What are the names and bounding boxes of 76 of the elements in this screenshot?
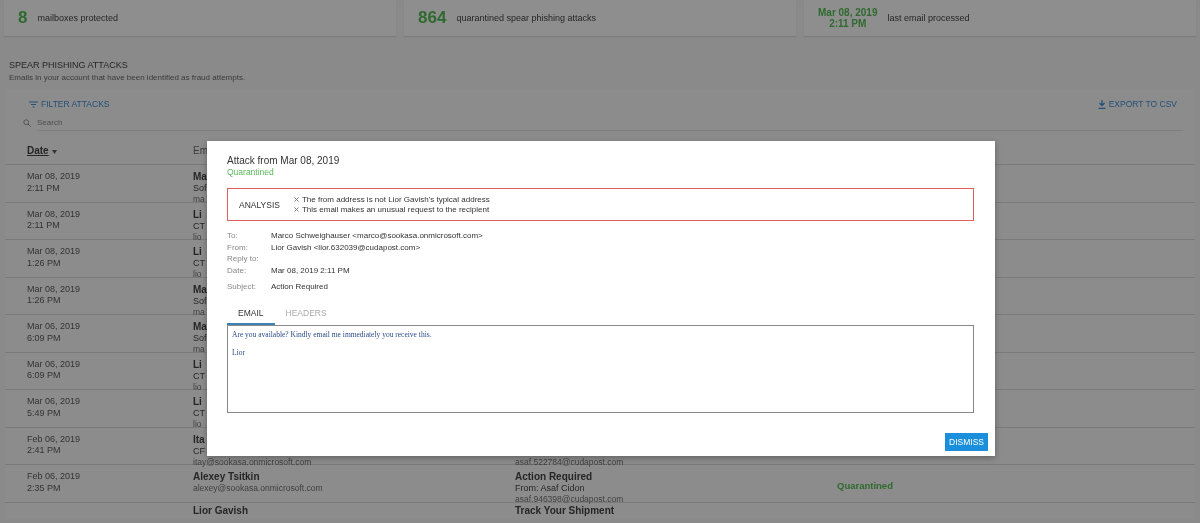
date-cell: Mar 06, 2019 6:09 PM bbox=[27, 321, 81, 344]
export-csv-link[interactable]: EXPORT TO CSV bbox=[1097, 99, 1177, 109]
status-label: Quarantined bbox=[227, 167, 275, 177]
subject-address: asaf.522784@cudapost.com bbox=[515, 456, 624, 468]
stat-value: Mar 08, 2019 2:11 PM bbox=[818, 7, 878, 29]
field-label: From: bbox=[227, 241, 249, 253]
field-label: Subject: bbox=[227, 281, 257, 293]
field-value: Lior Gavish <lior.632039@cudapost.com> bbox=[271, 241, 422, 253]
section-subtitle: Emails in your account that have been identified as fraud attempts. bbox=[9, 73, 247, 82]
stat-label: last email processed bbox=[887, 13, 970, 23]
sender-title: Sof bbox=[193, 333, 207, 344]
date-cell: Mar 08, 2019 2:11 PM bbox=[27, 208, 81, 232]
sender-name: Ma bbox=[193, 283, 207, 296]
tab[interactable]: EMAIL bbox=[227, 304, 275, 325]
sender-title: Sof bbox=[193, 183, 207, 194]
field-label: Date: bbox=[227, 264, 248, 276]
field-value: Mar 08, 2019 2:11 PM bbox=[271, 264, 351, 276]
cross-icon bbox=[293, 207, 299, 212]
sender-name: Li bbox=[193, 358, 202, 371]
sender-title: CT bbox=[193, 220, 205, 232]
subject-from: From: Asaf Cidon bbox=[515, 483, 585, 494]
subject-title: Action Required bbox=[515, 471, 593, 483]
sender-name: Ma bbox=[193, 321, 207, 333]
sender-name: Alexey Tsitkin bbox=[193, 471, 260, 483]
sender-address: lio bbox=[193, 419, 202, 430]
sender-title: CT bbox=[193, 408, 205, 419]
filter-icon bbox=[29, 100, 38, 108]
sender-address: lio bbox=[193, 231, 202, 243]
date-cell: Mar 06, 2019 5:49 PM bbox=[27, 396, 81, 419]
filter-attacks-link[interactable]: FILTER ATTACKS bbox=[29, 99, 110, 109]
sender-address: ma bbox=[193, 306, 205, 318]
analysis-item: This email makes an unusual request to the recipient bbox=[301, 204, 490, 215]
sender-name: Lior Gavish bbox=[193, 504, 248, 517]
search-icon bbox=[23, 119, 31, 127]
dialog-title: Attack from Mar 08, 2019 bbox=[227, 155, 341, 166]
field-value: Marco Schweighauser <marco@sookasa.onmicrosoft.com> bbox=[271, 230, 484, 242]
stat-value: 8 bbox=[18, 8, 28, 28]
analysis-item: The from address is not Lior Gavish's typical address bbox=[301, 194, 490, 205]
stat-label: quarantined spear phishing attacks bbox=[456, 13, 596, 23]
download-icon bbox=[1097, 99, 1106, 109]
column-header[interactable]: Date bbox=[27, 145, 193, 164]
sender-address: alexey@sookasa.onmicrosoft.com bbox=[193, 483, 323, 494]
date-cell: Mar 08, 2019 1:26 PM bbox=[27, 283, 81, 307]
sender-address: ma bbox=[193, 194, 205, 205]
sender-name: Ma bbox=[193, 171, 207, 183]
field-label: To: bbox=[227, 230, 239, 242]
sender-address: ma bbox=[193, 344, 205, 355]
section-title: SPEAR PHISHING ATTACKS bbox=[9, 60, 129, 70]
sender-name: Li bbox=[193, 396, 202, 408]
sender-title: CT bbox=[193, 370, 205, 382]
sender-title: CT bbox=[193, 258, 205, 269]
sender-address: lio bbox=[193, 381, 202, 393]
date-cell: Mar 08, 2019 2:11 PM bbox=[27, 171, 81, 194]
date-cell: Feb 06, 2019 2:41 PM bbox=[27, 433, 81, 457]
sender-name: Li bbox=[193, 246, 202, 258]
sender-name: Li bbox=[193, 208, 202, 221]
analysis-label: ANALYSIS bbox=[239, 199, 280, 210]
dismiss-button[interactable]: DISMISS bbox=[945, 432, 988, 451]
date-cell: Feb 06, 2019 2:35 PM bbox=[27, 471, 81, 494]
stat-label: mailboxes protected bbox=[37, 13, 118, 23]
cross-icon bbox=[293, 197, 299, 202]
sender-address: itay@sookasa.onmicrosoft.com bbox=[193, 456, 312, 468]
subject-address: asaf.946398@cudapost.com bbox=[515, 494, 624, 505]
status-label: Quarantined bbox=[837, 479, 893, 491]
sender-address: lio bbox=[193, 269, 202, 280]
date-cell: Mar 08, 2019 1:26 PM bbox=[27, 246, 81, 269]
field-value: Action Required bbox=[271, 281, 329, 293]
date-cell: Mar 06, 2019 6:09 PM bbox=[27, 358, 81, 382]
subject-title: Track Your Shipment bbox=[515, 504, 615, 517]
stat-value: 864 bbox=[418, 8, 447, 28]
tab[interactable]: HEADERS bbox=[274, 304, 338, 325]
sender-title: Sof bbox=[193, 295, 207, 307]
sender-title: CF bbox=[193, 445, 205, 457]
sort-icon bbox=[51, 150, 57, 154]
field-label: Reply to: bbox=[227, 253, 260, 265]
sender-name: Ita bbox=[193, 433, 205, 446]
